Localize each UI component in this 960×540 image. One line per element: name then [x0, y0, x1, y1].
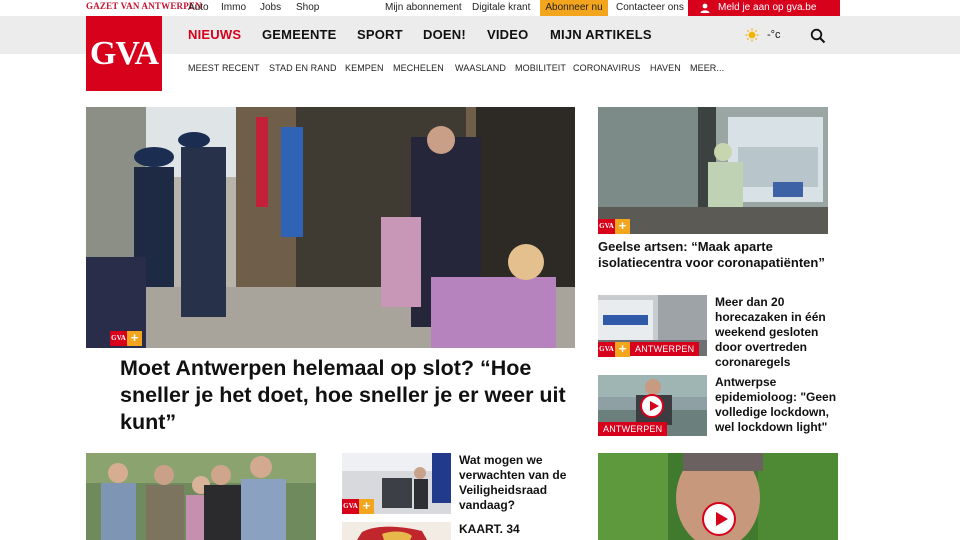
subscribe-button[interactable]: Abonneer nu [540, 0, 608, 16]
headline-notch [86, 348, 110, 382]
gva-logo[interactable]: GVA [86, 16, 162, 91]
side-article-1-headline[interactable]: Geelse artsen: “Maak aparte isolatiecent… [598, 239, 833, 271]
contact-link[interactable]: Contacteer ons [616, 2, 684, 13]
gva-plus-badge: GVA + [598, 342, 630, 357]
digital-paper-link[interactable]: Digitale krant [472, 2, 530, 13]
region-tag[interactable]: ANTWERPEN [630, 342, 700, 356]
subnav-kempen[interactable]: KEMPEN [345, 63, 384, 73]
util-link-shop[interactable]: Shop [296, 2, 319, 13]
util-link-jobs[interactable]: Jobs [260, 2, 281, 13]
subnav-waasland[interactable]: WAASLAND [455, 63, 506, 73]
temperature: -°c [767, 29, 781, 41]
util-link-auto[interactable]: Auto [188, 2, 209, 13]
subnav-coronavirus[interactable]: CORONAVIRUS [573, 63, 640, 73]
nav-nieuws[interactable]: NIEUWS [188, 27, 241, 42]
map-image [342, 522, 451, 540]
main-article-image[interactable] [86, 107, 575, 348]
login-button[interactable]: Meld je aan op gva.be [688, 0, 840, 16]
side-article-1-image[interactable] [598, 107, 828, 234]
nav-doen[interactable]: DOEN! [423, 27, 466, 42]
util-link-immo[interactable]: Immo [221, 2, 246, 13]
gva-plus-badge: GVA + [598, 219, 630, 234]
subnav-meest-recent[interactable]: MEEST RECENT [188, 63, 260, 73]
gva-plus-badge: GVA + [110, 331, 142, 346]
subnav-haven[interactable]: HAVEN [650, 63, 681, 73]
plus-icon: + [127, 331, 142, 346]
plus-icon: + [615, 342, 630, 357]
sun-icon [745, 28, 759, 42]
main-article-headline[interactable]: Moet Antwerpen helemaal op slot? “Hoe sn… [120, 355, 572, 436]
my-subscription-link[interactable]: Mijn abonnement [385, 2, 462, 13]
side-article-2-headline[interactable]: Meer dan 20 horecazaken in één weekend g… [715, 295, 840, 370]
bottom-article-3-headline[interactable]: KAART. 34 [459, 522, 579, 537]
subnav-stad-en-rand[interactable]: STAD EN RAND [269, 63, 337, 73]
gva-plus-badge: GVA + [342, 499, 374, 514]
play-icon[interactable] [640, 394, 664, 418]
side-article-3-headline[interactable]: Antwerpse epidemioloog: "Geen volledige … [715, 375, 840, 435]
bottom-article-3-image[interactable] [342, 522, 451, 540]
search-icon[interactable] [810, 28, 826, 44]
group-photo [86, 453, 316, 540]
nav-mijn-artikels[interactable]: MIJN ARTIKELS [550, 27, 652, 42]
street-scene-photo [86, 107, 575, 348]
brand-strap: GAZET VAN ANTWERPEN [86, 1, 202, 11]
subnav-mobiliteit[interactable]: MOBILITEIT [515, 63, 566, 73]
plus-icon: + [615, 219, 630, 234]
plus-icon: + [359, 499, 374, 514]
bottom-article-1-image[interactable] [86, 453, 316, 540]
user-icon [700, 3, 710, 13]
play-icon[interactable] [702, 502, 736, 536]
nav-video[interactable]: VIDEO [487, 27, 528, 42]
region-tag[interactable]: ANTWERPEN [598, 422, 668, 436]
subnav-meer[interactable]: MEER... [690, 63, 724, 73]
login-label: Meld je aan op gva.be [718, 2, 817, 13]
hospital-photo [598, 107, 828, 234]
utility-bar: GAZET VAN ANTWERPEN Auto Immo Jobs Shop … [0, 0, 960, 16]
bottom-article-2-headline[interactable]: Wat mogen we verwachten van de Veilighei… [459, 453, 579, 513]
nav-gemeente[interactable]: GEMEENTE [262, 27, 337, 42]
nav-sport[interactable]: SPORT [357, 27, 403, 42]
subnav-mechelen[interactable]: MECHELEN [393, 63, 444, 73]
